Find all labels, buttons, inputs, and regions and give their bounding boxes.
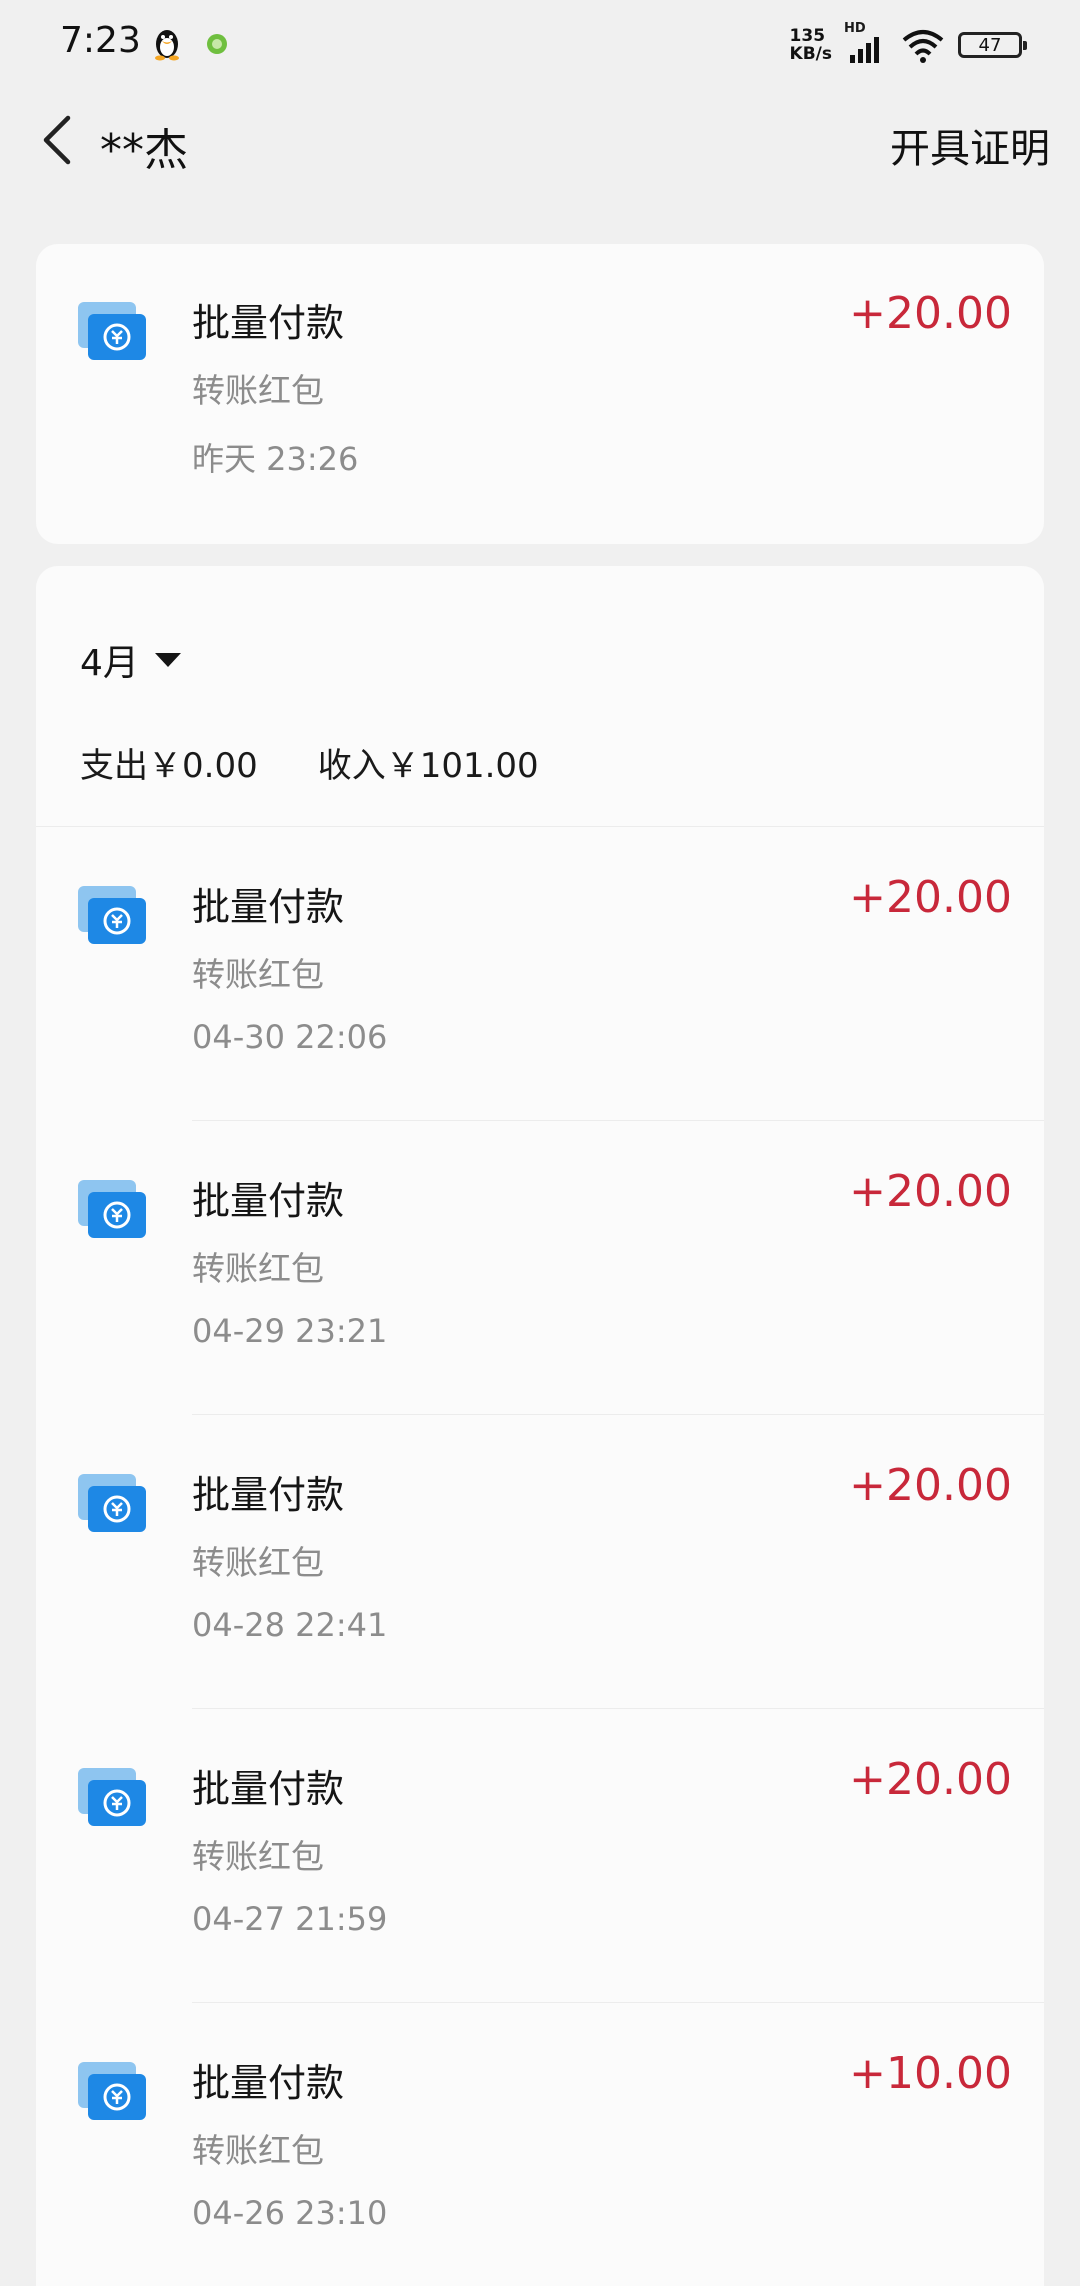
transaction-subtitle: 转账红包 — [192, 1543, 324, 1582]
battery-indicator: 47 — [958, 32, 1027, 58]
transaction-subtitle: 转账红包 — [192, 2131, 324, 2170]
transaction-subtitle: 转账红包 — [192, 1837, 324, 1876]
transaction-amount: +20.00 — [849, 872, 1012, 923]
transaction-time: 04-27 21:59 — [192, 1900, 388, 1938]
chevron-left-icon — [43, 115, 71, 165]
transfer-payment-icon — [78, 1180, 146, 1238]
expense-value: ￥0.00 — [148, 746, 258, 786]
transaction-time: 04-29 23:21 — [192, 1312, 388, 1350]
transfer-payment-icon — [78, 1474, 146, 1532]
wifi-icon — [902, 30, 944, 63]
transaction-amount: +20.00 — [849, 1166, 1012, 1217]
transaction-item[interactable]: 批量付款 转账红包 04-27 21:59 +20.00 — [36, 1710, 1044, 2002]
month-summary: 支出￥0.00 收入￥101.00 — [80, 738, 539, 787]
divider — [192, 1120, 1044, 1121]
transaction-time: 04-28 22:41 — [192, 1606, 388, 1644]
transaction-subtitle: 转账红包 — [192, 371, 324, 410]
transaction-item[interactable]: 批量付款 转账红包 04-30 22:06 +20.00 — [36, 828, 1044, 1120]
back-button[interactable] — [28, 110, 88, 170]
status-bar: 7:23 135 KB/s HD 47 — [0, 0, 1080, 90]
transaction-title: 批量付款 — [192, 1767, 345, 1811]
transaction-item[interactable]: 批量付款 转账红包 昨天 23:26 +20.00 — [36, 244, 1044, 536]
transaction-time: 04-26 23:10 — [192, 2194, 388, 2232]
issue-certificate-button[interactable]: 开具证明 — [890, 116, 1050, 174]
qq-penguin-icon — [152, 26, 182, 62]
transfer-payment-icon — [78, 886, 146, 944]
battery-level: 47 — [978, 34, 1002, 56]
triangle-down-icon — [154, 653, 181, 667]
status-indicators: 135 KB/s HD 47 — [790, 21, 1027, 68]
transaction-amount: +10.00 — [849, 2048, 1012, 2099]
transaction-subtitle: 转账红包 — [192, 1249, 324, 1288]
income-label: 收入 — [317, 746, 386, 786]
divider — [192, 1414, 1044, 1415]
income-value: ￥101.00 — [385, 746, 539, 786]
transaction-time: 04-30 22:06 — [192, 1018, 388, 1056]
transaction-title: 批量付款 — [192, 885, 345, 929]
transaction-title: 批量付款 — [192, 2061, 345, 2105]
network-speed: 135 KB/s — [790, 27, 832, 63]
transfer-payment-icon — [78, 1768, 146, 1826]
page-title: **杰 — [100, 125, 188, 176]
transaction-title: 批量付款 — [192, 1179, 345, 1223]
transaction-amount: +20.00 — [849, 288, 1012, 339]
expense-label: 支出 — [80, 746, 148, 786]
header: **杰 开具证明 — [0, 100, 1080, 180]
transaction-amount: +20.00 — [849, 1754, 1012, 1805]
status-time: 7:23 — [60, 20, 141, 61]
transaction-title: 批量付款 — [192, 301, 345, 345]
network-speed-value: 135 — [789, 26, 826, 46]
transfer-payment-icon — [78, 302, 146, 360]
app-notification-icon — [202, 26, 232, 62]
transaction-subtitle: 转账红包 — [192, 955, 324, 994]
transaction-time: 昨天 23:26 — [192, 440, 359, 478]
divider — [192, 1708, 1044, 1709]
month-selector[interactable]: 4月 — [80, 634, 183, 686]
divider — [36, 826, 1044, 827]
network-speed-unit: KB/s — [789, 44, 832, 64]
income-summary: 收入￥101.00 — [318, 738, 539, 787]
cellular-signal-icon: HD — [844, 21, 888, 65]
transaction-item[interactable]: 批量付款 转账红包 04-26 23:10 +10.00 — [36, 2004, 1044, 2286]
divider — [192, 2002, 1044, 2003]
network-type-label: HD — [844, 21, 866, 36]
transaction-item[interactable]: 批量付款 转账红包 04-28 22:41 +20.00 — [36, 1416, 1044, 1708]
month-label: 4月 — [80, 643, 139, 684]
monthly-transactions-card: 4月 支出￥0.00 收入￥101.00 批量付款 转账红包 04-30 22:… — [36, 566, 1044, 2286]
expense-summary: 支出￥0.00 — [80, 738, 258, 787]
recent-transaction-card: 批量付款 转账红包 昨天 23:26 +20.00 — [36, 244, 1044, 544]
transaction-item[interactable]: 批量付款 转账红包 04-29 23:21 +20.00 — [36, 1122, 1044, 1414]
transfer-payment-icon — [78, 2062, 146, 2120]
transaction-amount: +20.00 — [849, 1460, 1012, 1511]
transaction-title: 批量付款 — [192, 1473, 345, 1517]
